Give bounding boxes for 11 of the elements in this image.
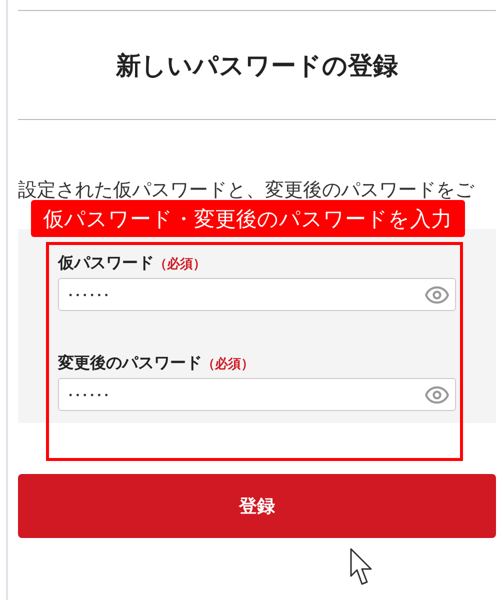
- page-title: 新しいパスワードの登録: [114, 50, 399, 82]
- required-label: （必須）: [202, 356, 254, 373]
- annotation-label: 仮パスワード・変更後のパスワードを入力: [31, 200, 465, 237]
- password-field[interactable]: ••••••: [58, 278, 456, 311]
- register-button[interactable]: 登録: [18, 474, 496, 538]
- cursor-icon: [350, 548, 374, 586]
- required-label: （必須）: [154, 256, 206, 273]
- description-text: 設定された仮パスワードと、変更後のパスワードをご: [18, 178, 476, 203]
- password-field[interactable]: ••••••: [58, 378, 456, 411]
- field-label: 仮パスワード: [58, 253, 154, 274]
- field-label: 変更後のパスワード: [58, 353, 202, 374]
